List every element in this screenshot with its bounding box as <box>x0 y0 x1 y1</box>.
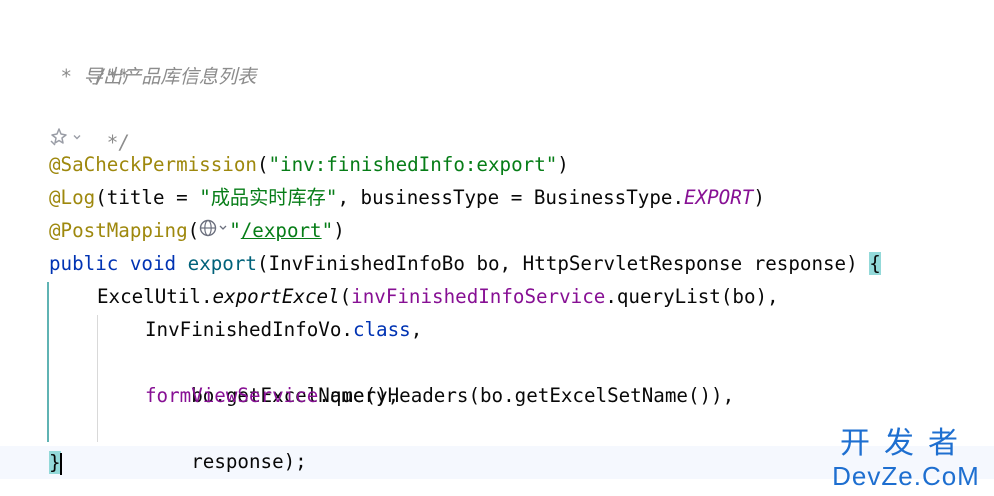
method-scope-guide <box>47 282 49 442</box>
site-watermark: 开发者 DevZe.CoM <box>826 426 986 490</box>
indent-guide <box>97 315 98 442</box>
code-line-query-headers: formViewService.queryHeaders(bo.getExcel… <box>145 384 735 407</box>
text-caret <box>59 452 62 475</box>
method-signature: public void export(InvFinishedInfoBo bo,… <box>49 252 881 275</box>
code-editor[interactable]: /** * 导出产品库信息列表 */ @SaCheckPermission("i… <box>0 0 994 496</box>
ai-assist-icon[interactable] <box>49 127 69 147</box>
enum-constant: EXPORT <box>684 186 754 209</box>
chevron-down-icon[interactable] <box>72 132 82 142</box>
globe-icon[interactable] <box>199 215 229 248</box>
code-line-vo-class: InvFinishedInfoVo.class, <box>145 318 423 341</box>
close-brace-line: } <box>49 446 62 479</box>
annotation-sa-check-permission: @SaCheckPermission("inv:finishedInfo:exp… <box>49 153 569 176</box>
code-line-response: response); <box>191 450 307 473</box>
doc-comment-open: /** <box>95 65 130 88</box>
open-brace-match: { <box>869 252 881 275</box>
log-title-string: 成品实时库存 <box>210 186 326 209</box>
code-line-excel-name: bo.getExcelName(), <box>191 384 400 407</box>
endpoint-path-link[interactable]: /export <box>241 219 322 242</box>
watermark-line1: 开发者 <box>840 426 972 461</box>
doc-comment-line: * 导出产品库信息列表 <box>49 65 257 88</box>
doc-comment-text: 导出产品库信息列表 <box>83 65 257 88</box>
method-name[interactable]: export <box>188 252 257 275</box>
annotation-post-mapping: @PostMapping( "/export") <box>49 214 345 247</box>
code-line-export-call: ExcelUtil.exportExcel(invFinishedInfoSer… <box>97 285 779 308</box>
annotation-log: @Log(title = "成品实时库存", businessType = Bu… <box>49 186 765 209</box>
watermark-line2: DevZe.CoM <box>832 461 980 491</box>
